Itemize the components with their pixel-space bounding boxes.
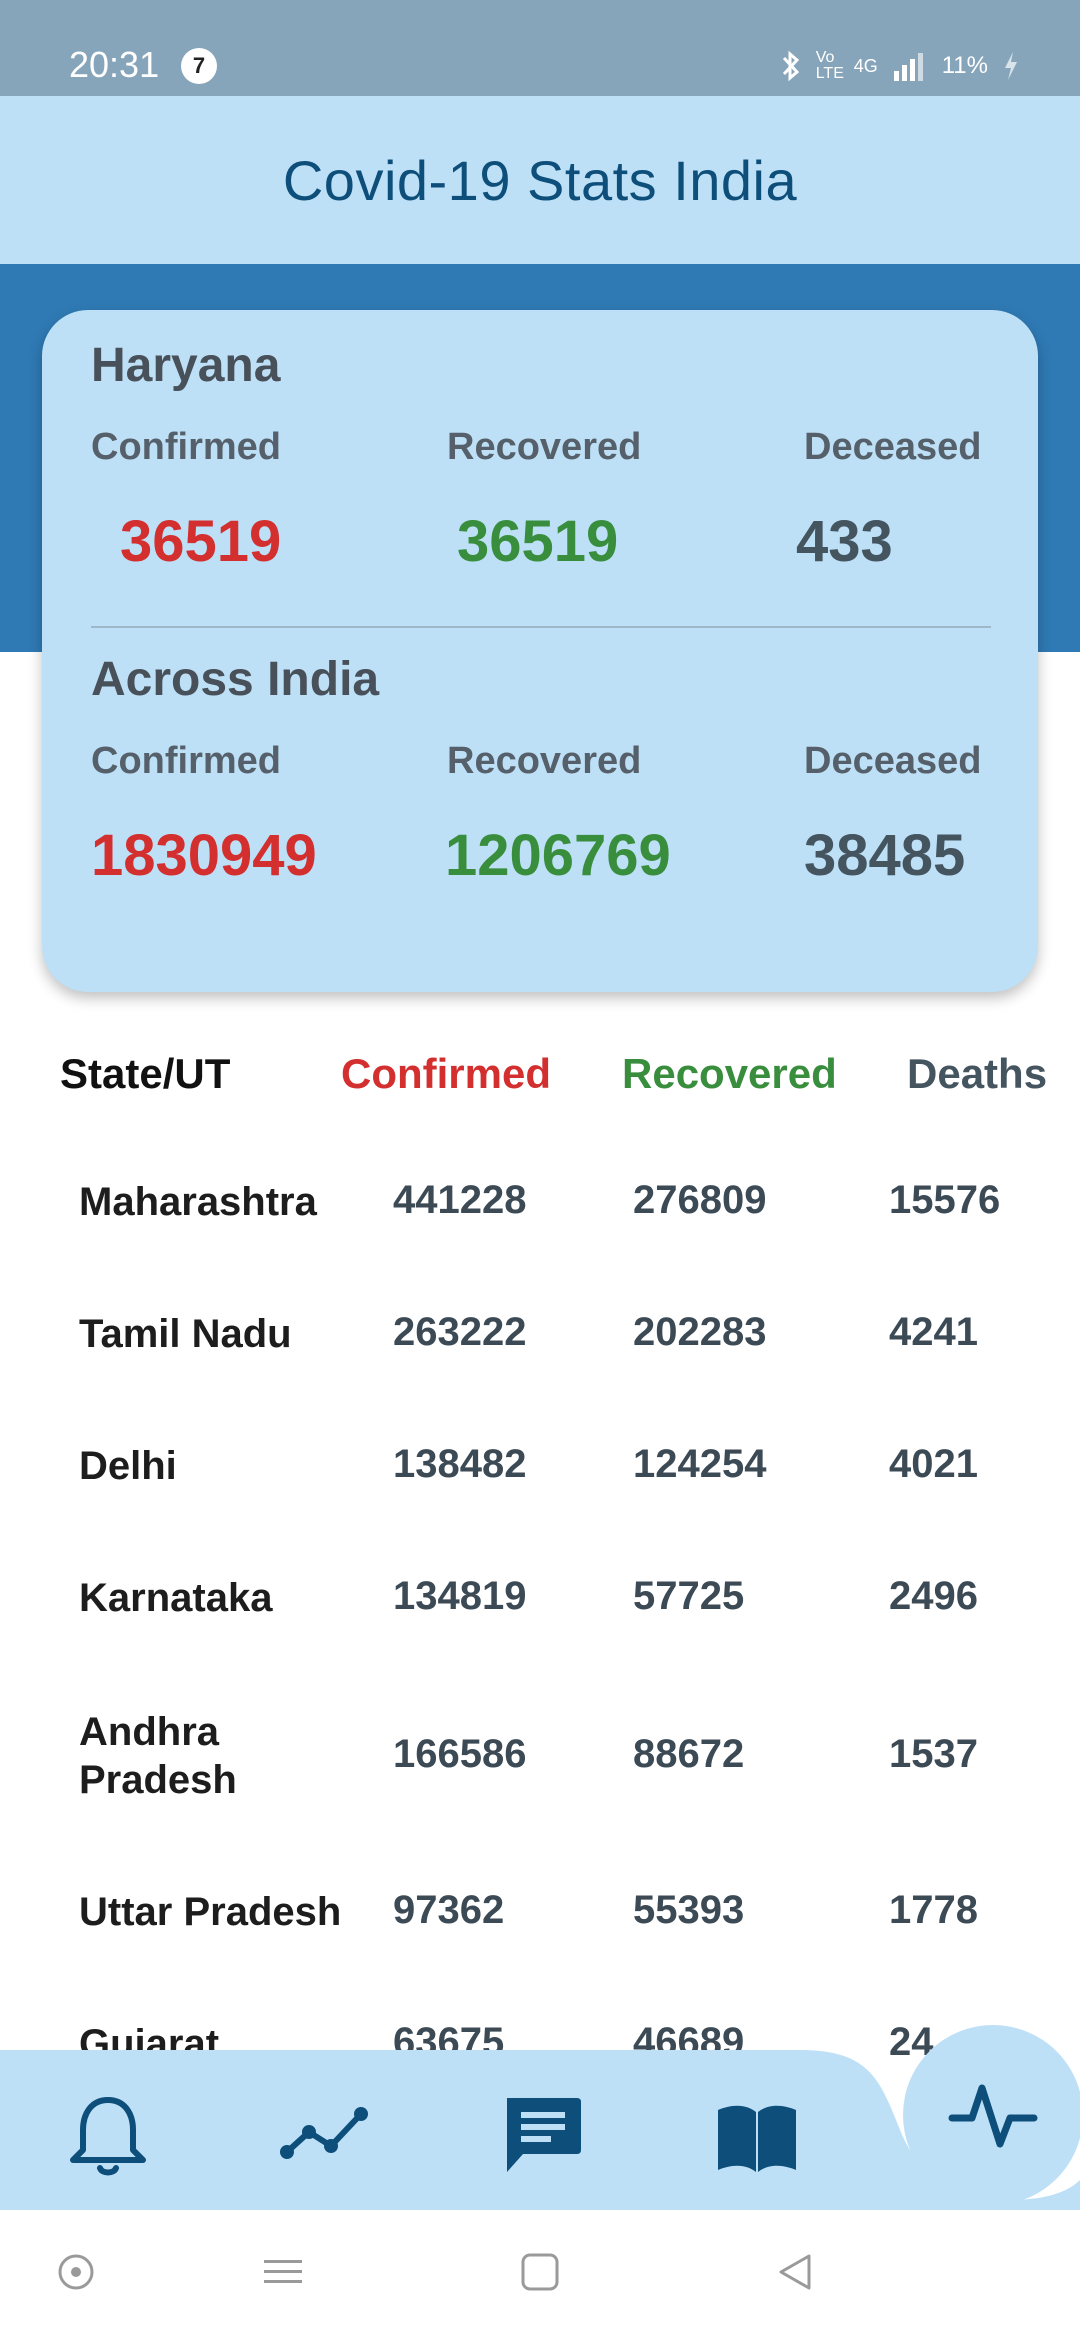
- notification-count-badge: 7: [181, 48, 217, 84]
- state-name: Haryana: [91, 339, 281, 392]
- charging-icon: [1005, 52, 1017, 80]
- row-recovered: 276809: [633, 1178, 767, 1222]
- network-type: 4G: [853, 55, 878, 76]
- battery-level: 11%: [941, 52, 988, 79]
- row-state: Uttar Pradesh: [79, 1890, 342, 1934]
- signal-icon: [893, 53, 923, 81]
- status-bar: 20:31 7 Vo LTE 4G 11%: [0, 0, 1080, 96]
- table-header: State/UT Confirmed Recovered Deaths: [0, 1050, 1080, 1110]
- row-confirmed: 138482: [393, 1442, 527, 1486]
- system-nav-bar: [0, 2210, 1080, 2340]
- row-deaths: 4241: [889, 1310, 978, 1354]
- assistant-dot-icon[interactable]: [56, 2252, 96, 2292]
- menu-icon[interactable]: [262, 2252, 304, 2292]
- india-confirmed-label: Confirmed: [91, 740, 281, 782]
- row-deaths: 15576: [889, 1178, 1001, 1222]
- stats-fab-button[interactable]: [903, 2025, 1080, 2205]
- app-bar: Covid-19 Stats India: [0, 96, 1080, 264]
- india-deceased-value: 38485: [804, 823, 966, 888]
- state-recovered-value: 36519: [457, 509, 619, 574]
- state-confirmed-value: 36519: [120, 509, 282, 574]
- pulse-icon: [948, 2084, 1038, 2148]
- volte-indicator: Vo LTE: [815, 49, 844, 82]
- message-icon[interactable]: [497, 2090, 587, 2180]
- card-divider: [91, 626, 991, 628]
- status-time: 20:31: [69, 44, 160, 85]
- status-icons: Vo LTE 4G 11%: [780, 48, 1020, 84]
- india-deceased-label: Deceased: [804, 740, 982, 782]
- bell-icon[interactable]: [63, 2090, 153, 2180]
- row-recovered: 124254: [633, 1442, 767, 1486]
- row-deaths: 2496: [889, 1574, 978, 1618]
- india-confirmed-value: 1830949: [91, 823, 317, 888]
- home-icon[interactable]: [520, 2252, 560, 2292]
- state-confirmed-label: Confirmed: [91, 426, 281, 468]
- row-recovered: 202283: [633, 1310, 767, 1354]
- header-recovered: Recovered: [622, 1050, 837, 1097]
- row-confirmed: 441228: [393, 1178, 527, 1222]
- india-recovered-label: Recovered: [447, 740, 642, 782]
- row-recovered: 55393: [633, 1888, 745, 1932]
- row-deaths: 4021: [889, 1442, 978, 1486]
- book-icon[interactable]: [712, 2090, 802, 2180]
- row-deaths: 1537: [889, 1732, 978, 1776]
- row-state: Delhi: [79, 1444, 177, 1488]
- summary-card: Haryana Confirmed Recovered Deceased 365…: [42, 310, 1038, 992]
- row-state: Tamil Nadu: [79, 1312, 292, 1356]
- back-icon[interactable]: [775, 2252, 815, 2292]
- row-confirmed: 134819: [393, 1574, 527, 1618]
- row-deaths: 1778: [889, 1888, 978, 1932]
- state-deceased-value: 433: [796, 509, 893, 574]
- bluetooth-icon: [782, 50, 799, 82]
- row-state: Andhra Pradesh: [79, 1710, 237, 1802]
- india-recovered-value: 1206769: [445, 823, 671, 888]
- trend-icon[interactable]: [279, 2090, 369, 2180]
- row-recovered: 57725: [633, 1574, 745, 1618]
- header-deaths: Deaths: [907, 1050, 1048, 1097]
- row-confirmed: 263222: [393, 1310, 527, 1354]
- header-confirmed: Confirmed: [341, 1050, 551, 1097]
- india-title: Across India: [91, 653, 380, 706]
- row-confirmed: 166586: [393, 1732, 527, 1776]
- row-state: Maharashtra: [79, 1180, 317, 1224]
- row-confirmed: 97362: [393, 1888, 505, 1932]
- app-title: Covid-19 Stats India: [282, 148, 798, 212]
- header-state: State/UT: [60, 1050, 231, 1097]
- state-deceased-label: Deceased: [804, 426, 982, 468]
- row-recovered: 88672: [633, 1732, 745, 1776]
- state-recovered-label: Recovered: [447, 426, 642, 468]
- row-state: Karnataka: [79, 1576, 273, 1620]
- table-row[interactable]: Andhra Pradesh 166586 88672 1537: [0, 1708, 1080, 1808]
